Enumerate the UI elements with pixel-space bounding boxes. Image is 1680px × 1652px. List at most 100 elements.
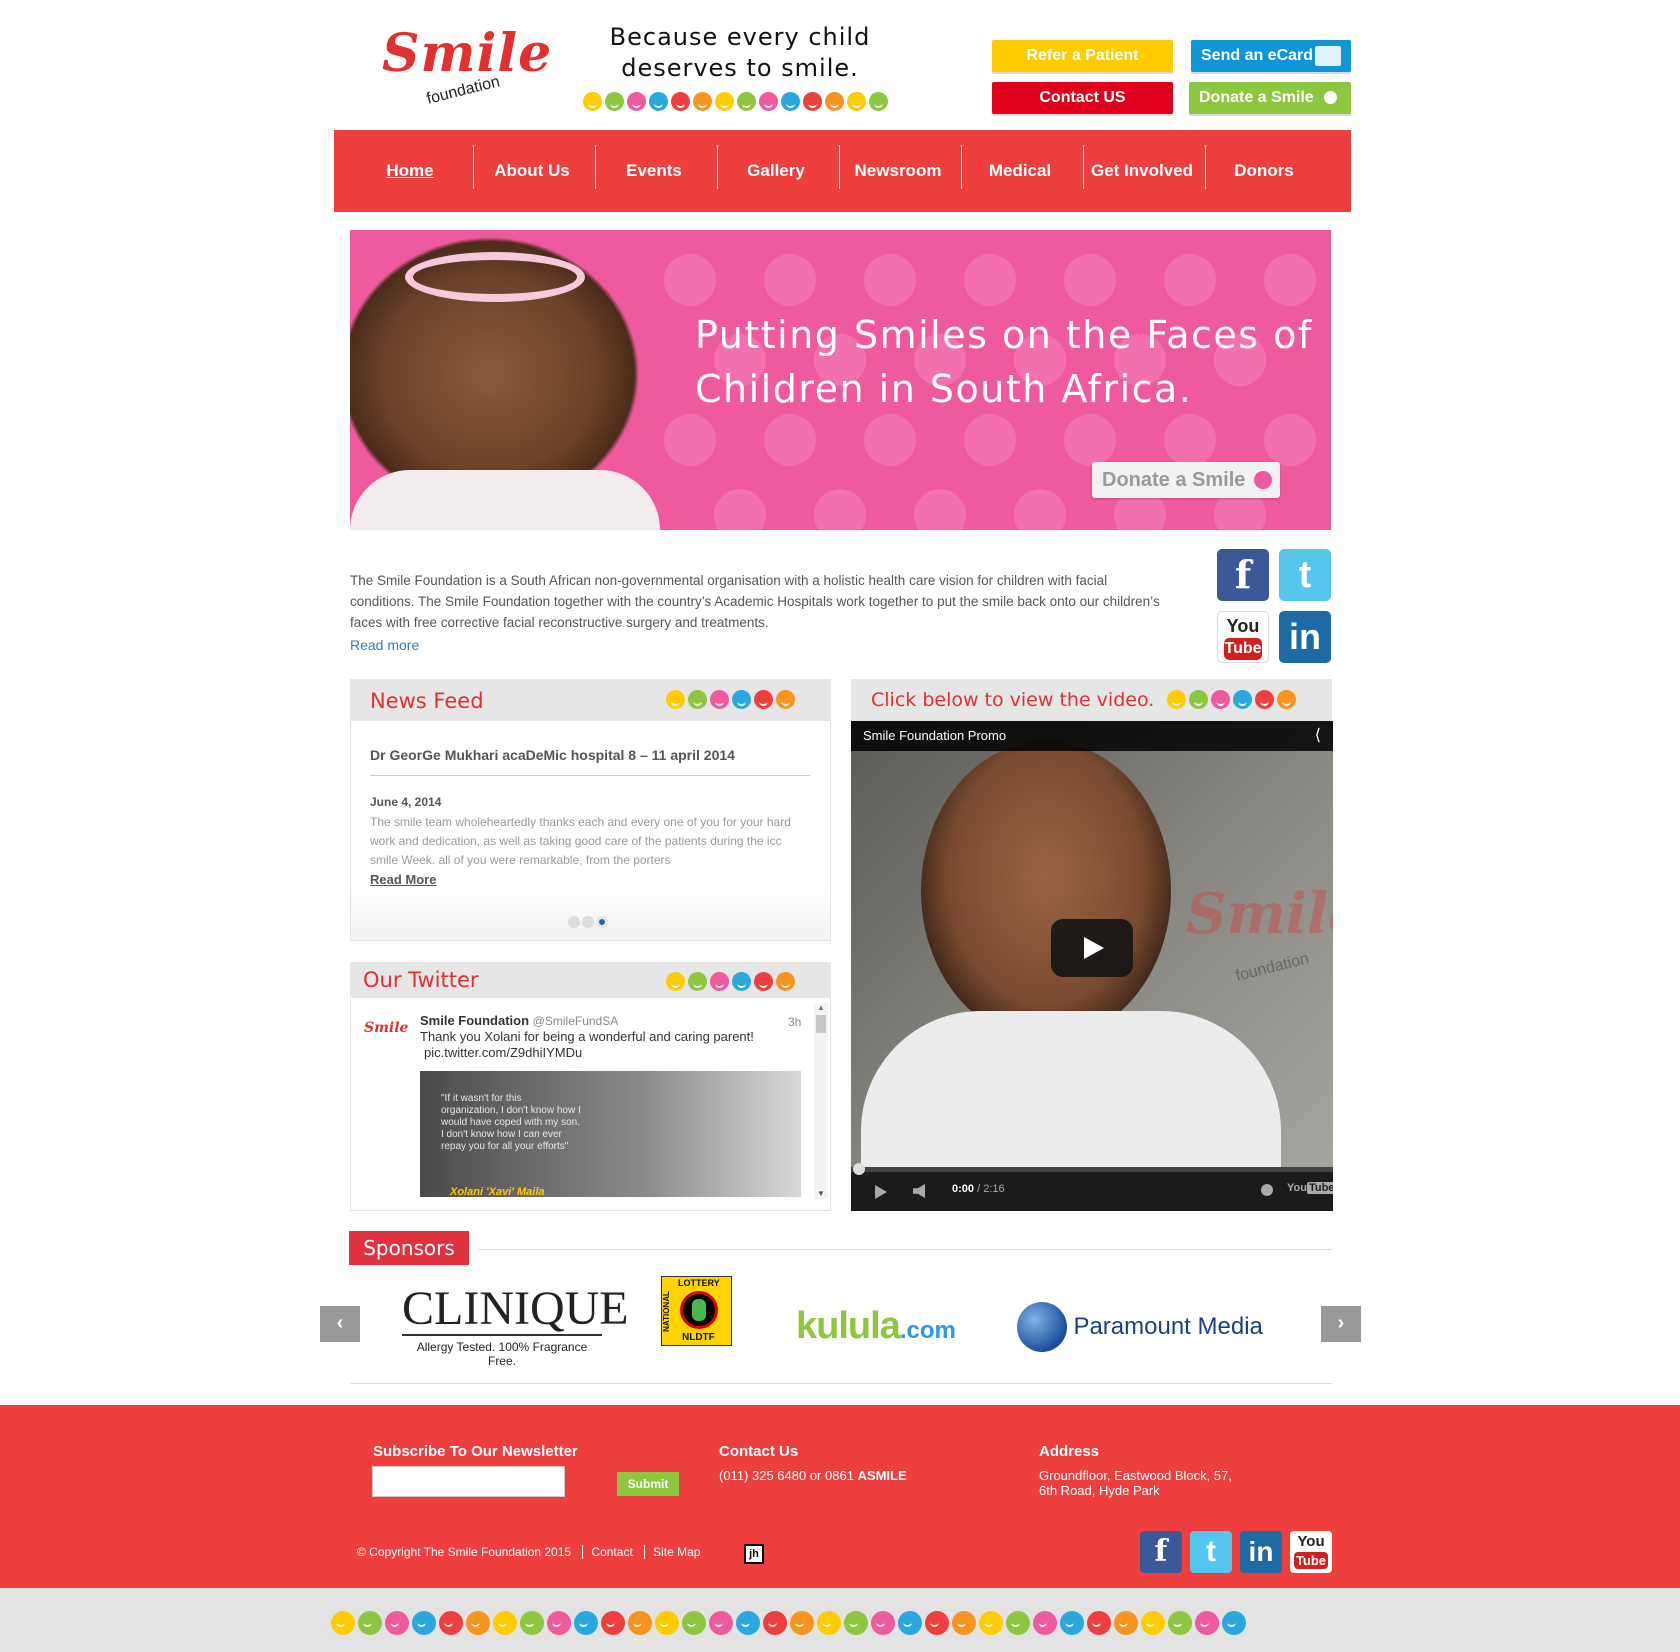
tweet-link[interactable]: pic.twitter.com/Z9dhiIYMDu — [424, 1045, 582, 1060]
face-icon — [671, 92, 690, 111]
sponsors-prev-button[interactable]: ‹ — [320, 1306, 360, 1342]
video-play-button[interactable] — [1051, 919, 1133, 977]
scrollbar-thumb[interactable] — [816, 1015, 826, 1033]
pagination-dot[interactable] — [582, 916, 594, 928]
sponsor-national-lottery[interactable]: LOTTERY NATIONAL NLDTF — [661, 1276, 732, 1346]
footer-asmile: ASMILE — [857, 1468, 907, 1483]
video-progress-bar[interactable] — [851, 1167, 1333, 1172]
kulula-logo-text: kulula — [796, 1305, 901, 1347]
clinique-logo-text: CLINIQUE — [402, 1282, 629, 1336]
sponsor-paramount-media[interactable]: Paramount Media — [1017, 1302, 1263, 1352]
sponsor-kulula[interactable]: kulula.com — [796, 1305, 956, 1348]
scrollbar-down-arrow[interactable]: ▼ — [814, 1189, 828, 1199]
hero-donate-button[interactable]: Donate a Smile — [1092, 462, 1280, 498]
sponsor-clinique[interactable]: CLINIQUE Allergy Tested. 100% Fragrance … — [402, 1282, 629, 1368]
face-icon — [1006, 1611, 1030, 1635]
footer-youtube-icon[interactable]: You Tube — [1290, 1531, 1332, 1573]
tagline-line1: Because every child — [609, 23, 871, 51]
news-headline[interactable]: Dr GeorGe Mukhari acaDeMic hospital 8 – … — [370, 747, 810, 763]
copyright-text: © Copyright The Smile Foundation 2015 — [357, 1545, 572, 1559]
footer-twitter-icon[interactable]: t — [1190, 1531, 1232, 1573]
twitter-scrollbar[interactable]: ▲ ▼ — [814, 1003, 828, 1199]
video-player[interactable]: Smile foundation Smile Foundation Promo … — [851, 721, 1333, 1211]
logo-text: Smile — [382, 23, 553, 84]
send-ecard-button[interactable]: Send an eCard — [1191, 40, 1351, 72]
lottery-top-text: LOTTERY — [678, 1278, 720, 1288]
logo[interactable]: Smile foundation — [382, 23, 553, 110]
kulula-logo-com: .com — [899, 1317, 956, 1344]
video-watermark-logo: Smile — [1186, 881, 1333, 947]
hero-banner: Putting Smiles on the Faces of Children … — [350, 230, 1331, 530]
sponsors-divider — [478, 1249, 1332, 1250]
donate-smile-header-button[interactable]: Donate a Smile — [1189, 82, 1351, 114]
twitter-icon[interactable]: t — [1279, 549, 1331, 601]
face-icon — [1087, 1611, 1111, 1635]
news-feed-header: News Feed — [350, 679, 831, 721]
video-progress-handle[interactable] — [853, 1163, 865, 1175]
sponsors-bottom-divider — [350, 1383, 1332, 1384]
footer-linkedin-icon[interactable]: in — [1240, 1531, 1282, 1573]
video-player-title[interactable]: Smile Foundation Promo — [863, 728, 1006, 743]
watch-later-icon[interactable] — [1261, 1184, 1273, 1196]
nav-item-newsroom[interactable]: Newsroom — [837, 145, 959, 197]
tagline: Because every child deserves to smile. — [580, 22, 900, 84]
face-icon — [952, 1611, 976, 1635]
nav-item-medical[interactable]: Medical — [959, 145, 1081, 197]
hero-headline: Putting Smiles on the Faces of Children … — [695, 308, 1313, 416]
bottom-faces — [331, 1611, 1351, 1640]
linkedin-icon[interactable]: in — [1279, 611, 1331, 663]
video-header: Click below to view the video. — [851, 679, 1332, 721]
designer-credit-icon[interactable]: jh — [744, 1544, 764, 1564]
share-icon[interactable]: ⟨ — [1315, 725, 1321, 745]
newsletter-submit-button[interactable]: Submit — [617, 1472, 679, 1496]
footer-bottom-links: © Copyright The Smile Foundation 2015 Co… — [357, 1545, 700, 1559]
face-icon — [574, 1611, 598, 1635]
nav-item-donors[interactable]: Donors — [1203, 145, 1325, 197]
refer-patient-button[interactable]: Refer a Patient — [992, 40, 1173, 72]
sponsors-next-button[interactable]: › — [1321, 1306, 1361, 1342]
pagination-dot-active[interactable] — [596, 916, 608, 928]
newsletter-email-input[interactable] — [372, 1466, 565, 1497]
face-icon — [847, 92, 866, 111]
nav-item-events[interactable]: Events — [593, 145, 715, 197]
nav-item-get-involved[interactable]: Get Involved — [1081, 145, 1203, 197]
news-pagination — [568, 915, 608, 933]
face-icon — [649, 92, 668, 111]
face-icon — [605, 92, 624, 111]
control-play-icon[interactable] — [875, 1185, 887, 1199]
lottery-figure — [692, 1299, 706, 1321]
intro-read-more-link[interactable]: Read more — [350, 637, 419, 653]
news-divider — [370, 775, 810, 776]
news-read-more-link[interactable]: Read More — [370, 872, 436, 887]
footer-link-separator — [644, 1545, 646, 1559]
nav-item-home[interactable]: Home — [349, 145, 471, 197]
youtube-logo[interactable]: You Tube — [1287, 1182, 1333, 1194]
tweet-handle: @SmileFundSA — [532, 1014, 619, 1028]
video-watermark: Smile — [1186, 881, 1333, 947]
video-time: 0:00 / 2:16 — [952, 1183, 1005, 1195]
footer-link-contact[interactable]: Contact — [591, 1545, 632, 1559]
face-icon — [871, 1611, 895, 1635]
face-icon — [439, 1611, 463, 1635]
scrollbar-up-arrow[interactable]: ▲ — [814, 1003, 828, 1013]
footer — [0, 1405, 1680, 1588]
face-icon — [688, 972, 707, 991]
send-ecard-label: Send an eCard — [1201, 47, 1314, 64]
tweet-image[interactable]: "If it wasn't for this organization, I d… — [420, 1071, 801, 1197]
nav-item-gallery[interactable]: Gallery — [715, 145, 837, 197]
footer-link-site-map[interactable]: Site Map — [653, 1545, 700, 1559]
footer-phone-number: (011) 325 6480 or 0861 — [719, 1468, 858, 1483]
footer-address: Address Groundfloor, Eastwood Block, 57,… — [1039, 1443, 1232, 1498]
tweet-account-name[interactable]: Smile Foundation — [420, 1013, 529, 1028]
face-icon — [385, 1611, 409, 1635]
face-icon — [1114, 1611, 1138, 1635]
youtube-icon[interactable]: You Tube — [1217, 611, 1269, 663]
volume-icon[interactable] — [913, 1184, 925, 1198]
pagination-dot[interactable] — [568, 916, 580, 928]
footer-facebook-icon[interactable]: f — [1140, 1531, 1182, 1573]
facebook-icon[interactable]: f — [1217, 549, 1269, 601]
contact-us-button[interactable]: Contact US — [992, 82, 1173, 114]
twitter-avatar[interactable]: Smile — [364, 1020, 408, 1050]
news-feed-faces — [666, 690, 798, 714]
nav-item-about-us[interactable]: About Us — [471, 145, 593, 197]
